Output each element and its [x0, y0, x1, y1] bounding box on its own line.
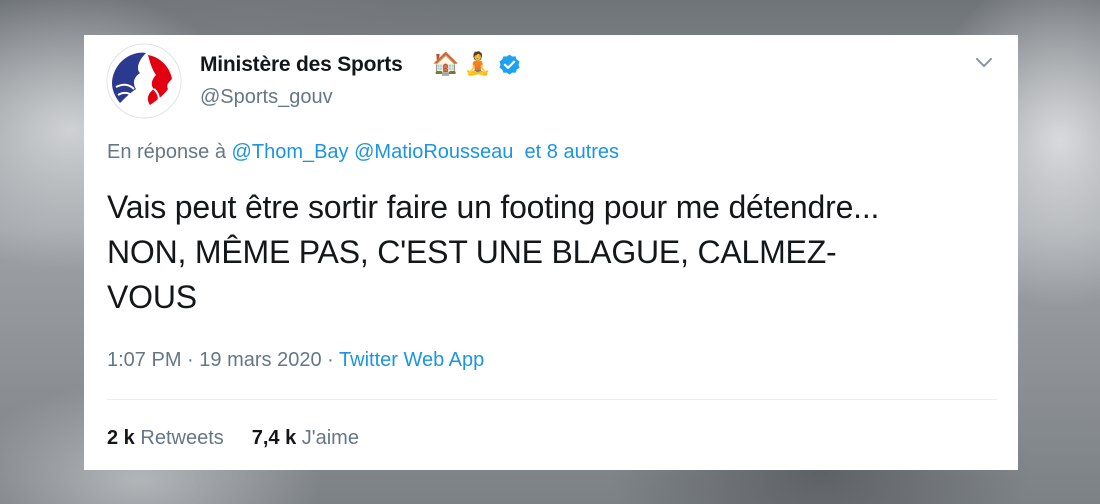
marianne-logo-icon — [106, 43, 182, 119]
retweets-stat[interactable]: 2 k Retweets — [107, 427, 224, 449]
retweets-label: Retweets — [140, 427, 224, 449]
house-emoji-icon: 🏠 — [432, 51, 460, 76]
divider — [107, 399, 997, 400]
meta-separator: · — [327, 349, 334, 371]
tweet-metadata: 1:07 PM · 19 mars 2020 · Twitter Web App — [107, 349, 484, 372]
others-link[interactable]: et 8 autres — [525, 141, 620, 163]
handle[interactable]: @Sports_gouv — [200, 86, 333, 109]
tweet-text: Vais peut être sortir faire un footing p… — [107, 185, 1002, 320]
mention-link[interactable]: @MatioRousseau — [354, 141, 513, 163]
tweet-text-line: VOUS — [107, 279, 197, 315]
likes-label: J'aime — [301, 427, 359, 449]
reply-context: En réponse à @Thom_Bay @MatioRousseau et… — [107, 141, 619, 164]
reply-prefix: En réponse à — [107, 141, 226, 163]
meta-separator: · — [187, 349, 194, 371]
tweet-date[interactable]: 19 mars 2020 — [199, 349, 321, 371]
display-name[interactable]: Ministère des Sports — [200, 53, 403, 77]
retweets-count: 2 k — [107, 427, 135, 449]
person-meditating-emoji-icon: 🧘 — [464, 51, 492, 76]
tweet-card: Ministère des Sports 🏠 🧘 @Sports_gouv En… — [84, 35, 1018, 470]
tweet-time[interactable]: 1:07 PM — [107, 349, 181, 371]
likes-count: 7,4 k — [251, 427, 297, 449]
source-link[interactable]: Twitter Web App — [339, 349, 484, 371]
engagement-stats: 2 k Retweets 7,4 k J'aime — [107, 427, 359, 450]
tweet-text-line: Vais peut être sortir faire un footing p… — [107, 189, 880, 225]
chevron-down-icon[interactable] — [974, 53, 994, 73]
tweet-text-line: NON, MÊME PAS, C'EST UNE BLAGUE, CALMEZ- — [107, 234, 837, 270]
mention-link[interactable]: @Thom_Bay — [232, 141, 349, 163]
avatar[interactable] — [106, 43, 182, 119]
likes-stat[interactable]: 7,4 k J'aime — [252, 427, 359, 449]
verified-badge-icon — [499, 54, 520, 75]
